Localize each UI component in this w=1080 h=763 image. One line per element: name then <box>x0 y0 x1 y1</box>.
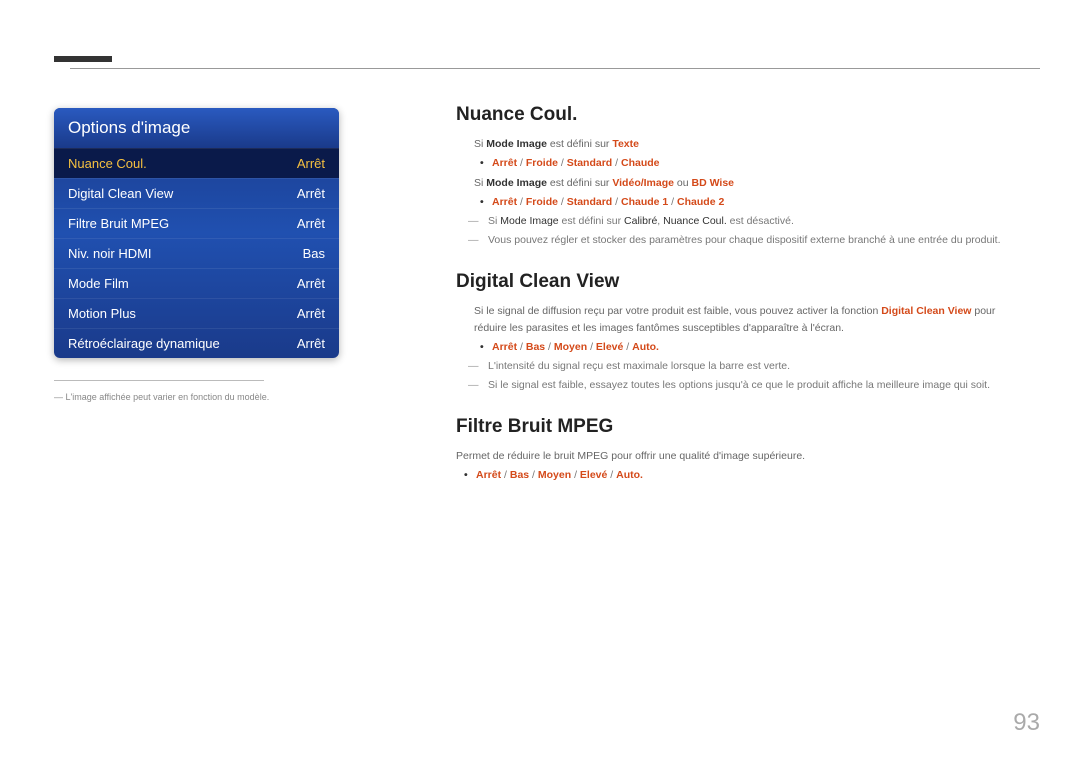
menu-item-value: Arrêt <box>297 156 325 171</box>
section-heading: Digital Clean View <box>456 271 1030 293</box>
note-text: L'intensité du signal reçu est maximale … <box>456 359 1030 375</box>
menu-item-value: Arrêt <box>297 306 325 321</box>
body-text: Si le signal de diffusion reçu par votre… <box>456 303 1030 337</box>
menu-item-label: Rétroéclairage dynamique <box>68 336 220 351</box>
option-list: Arrêt / Froide / Standard / Chaude 1 / C… <box>456 196 1030 208</box>
menu-item-value: Arrêt <box>297 216 325 231</box>
option-list: Arrêt / Froide / Standard / Chaude <box>456 157 1030 169</box>
menu-item-motion-plus[interactable]: Motion Plus Arrêt <box>54 298 339 328</box>
section-nuance-coul: Nuance Coul. Si Mode Image est défini su… <box>456 104 1030 249</box>
menu-item-label: Filtre Bruit MPEG <box>68 216 169 231</box>
menu-item-value: Arrêt <box>297 186 325 201</box>
header-tab <box>54 56 112 62</box>
option-list: Arrêt / Bas / Moyen / Elevé / Auto. <box>456 341 1030 353</box>
page-number: 93 <box>1013 709 1040 737</box>
section-heading: Filtre Bruit MPEG <box>456 416 1030 438</box>
menu-item-niv-noir-hdmi[interactable]: Niv. noir HDMI Bas <box>54 238 339 268</box>
menu-item-label: Nuance Coul. <box>68 156 147 171</box>
menu-item-label: Motion Plus <box>68 306 136 321</box>
menu-item-value: Arrêt <box>297 336 325 351</box>
panel-caption: ― L'image affichée peut varier en foncti… <box>54 392 269 402</box>
menu-item-mode-film[interactable]: Mode Film Arrêt <box>54 268 339 298</box>
section-digital-clean-view: Digital Clean View Si le signal de diffu… <box>456 271 1030 394</box>
menu-item-value: Arrêt <box>297 276 325 291</box>
header-divider <box>70 68 1040 69</box>
caption-divider <box>54 380 264 381</box>
section-heading: Nuance Coul. <box>456 104 1030 126</box>
options-panel: Options d'image Nuance Coul. Arrêt Digit… <box>54 108 339 358</box>
body-text: Permet de réduire le bruit MPEG pour off… <box>456 448 1030 465</box>
section-filtre-bruit-mpeg: Filtre Bruit MPEG Permet de réduire le b… <box>456 416 1030 481</box>
content-area: Nuance Coul. Si Mode Image est défini su… <box>456 104 1030 503</box>
condition-text: Si Mode Image est défini sur Texte <box>456 136 1030 153</box>
menu-item-label: Digital Clean View <box>68 186 173 201</box>
option-list: Arrêt / Bas / Moyen / Elevé / Auto. <box>456 469 1030 481</box>
condition-text: Si Mode Image est défini sur Vidéo/Image… <box>456 175 1030 192</box>
menu-item-filtre-bruit-mpeg[interactable]: Filtre Bruit MPEG Arrêt <box>54 208 339 238</box>
note-text: Si le signal est faible, essayez toutes … <box>456 378 1030 394</box>
menu-item-label: Mode Film <box>68 276 129 291</box>
menu-item-value: Bas <box>303 246 325 261</box>
panel-title: Options d'image <box>54 108 339 148</box>
note-text: Vous pouvez régler et stocker des paramè… <box>456 233 1030 249</box>
menu-item-nuance-coul[interactable]: Nuance Coul. Arrêt <box>54 148 339 178</box>
menu-item-digital-clean-view[interactable]: Digital Clean View Arrêt <box>54 178 339 208</box>
menu-item-retroeclairage[interactable]: Rétroéclairage dynamique Arrêt <box>54 328 339 358</box>
menu-item-label: Niv. noir HDMI <box>68 246 152 261</box>
note-text: Si Mode Image est défini sur Calibré, Nu… <box>456 214 1030 230</box>
